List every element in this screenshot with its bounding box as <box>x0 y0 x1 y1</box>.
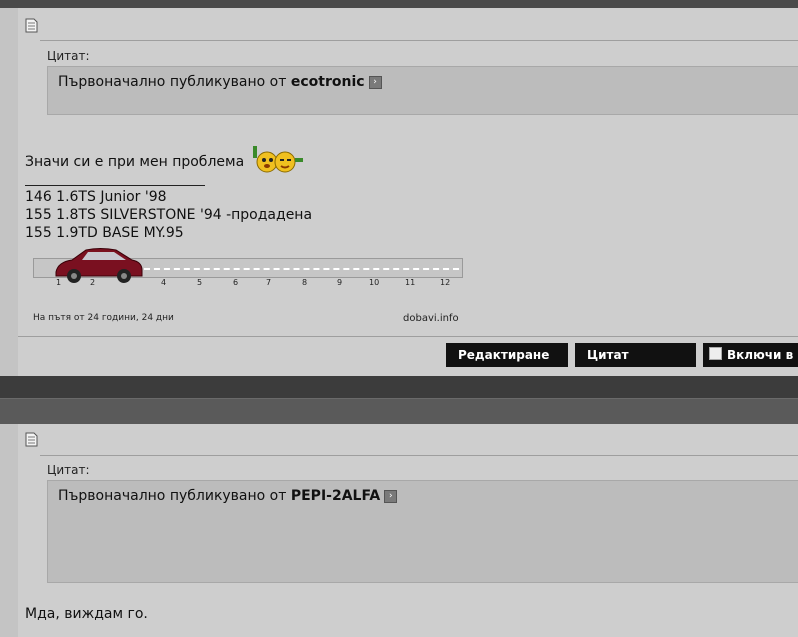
ticker-number: 6 <box>233 278 239 287</box>
quote-box: Първоначално публикувано от ecotronic › <box>47 66 798 115</box>
ticker-number: 4 <box>161 278 167 287</box>
post-message: Значи си е при мен проблема <box>25 144 307 176</box>
car-icon <box>55 248 143 283</box>
quote-prefix: Първоначално публикувано от <box>58 74 287 90</box>
ticker-number: 7 <box>266 278 272 287</box>
quote-author: ecotronic <box>290 74 365 90</box>
quote-label: Цитат: <box>47 49 90 63</box>
ticker-number: 10 <box>369 278 380 287</box>
quote-author: PEPI-2ALFA <box>290 488 381 504</box>
signature-line: 146 1.6TS Junior '98 <box>25 189 167 205</box>
multiquote-button[interactable]: Включи в ци <box>703 343 798 367</box>
ticker-number: 8 <box>302 278 308 287</box>
ticker-number: 9 <box>337 278 343 287</box>
document-icon <box>25 432 38 447</box>
ticker-number: 2 <box>90 278 96 287</box>
multiquote-label: Включи в ци <box>727 348 798 362</box>
ticker-source-link[interactable]: dobavi.info <box>403 313 459 324</box>
ticker-road <box>134 268 459 270</box>
quote-text: Първоначално публикувано от ecotronic › <box>58 74 382 90</box>
quote-box: Първоначално публикувано от PEPI-2ALFA › <box>47 480 798 583</box>
post: Цитат: Първоначално публикувано от PEPI-… <box>18 424 798 637</box>
ticker-number: 11 <box>405 278 416 287</box>
ticker-caption: На пътя от 24 години, 24 дни <box>33 313 174 323</box>
multiquote-checkbox[interactable] <box>709 347 722 360</box>
ticker-number: 1 <box>56 278 62 287</box>
quote-label: Цитат: <box>47 463 90 477</box>
edit-button[interactable]: Редактиране <box>446 343 568 367</box>
signature-divider <box>25 185 205 186</box>
quote-prefix: Първоначално публикувано от <box>58 488 287 504</box>
post-message: Мда, виждам го. <box>25 606 148 622</box>
post-header-bar <box>0 398 798 425</box>
quote-text: Първоначално публикувано от PEPI-2ALFA › <box>58 488 398 504</box>
smiley-icon <box>252 146 303 173</box>
post-divider <box>40 40 798 41</box>
document-icon <box>25 18 38 33</box>
signature-line: 155 1.9TD BASE MY.95 <box>25 225 184 241</box>
signature-line: 155 1.8TS SILVERSTONE '94 -продадена <box>25 207 313 223</box>
post-separator <box>0 376 798 398</box>
arrow-right-icon[interactable]: › <box>384 489 398 503</box>
post-footer-divider <box>18 336 798 337</box>
ticker-number: 12 <box>440 278 451 287</box>
quote-button[interactable]: Цитат <box>575 343 696 367</box>
post-message-text: Значи си е при мен проблема <box>25 154 245 170</box>
ticker-number: 5 <box>197 278 203 287</box>
post-left-strip <box>0 8 18 378</box>
arrow-right-icon[interactable]: › <box>368 75 382 89</box>
post-divider <box>40 455 798 456</box>
post-left-strip <box>0 424 18 637</box>
top-bar <box>0 0 798 8</box>
